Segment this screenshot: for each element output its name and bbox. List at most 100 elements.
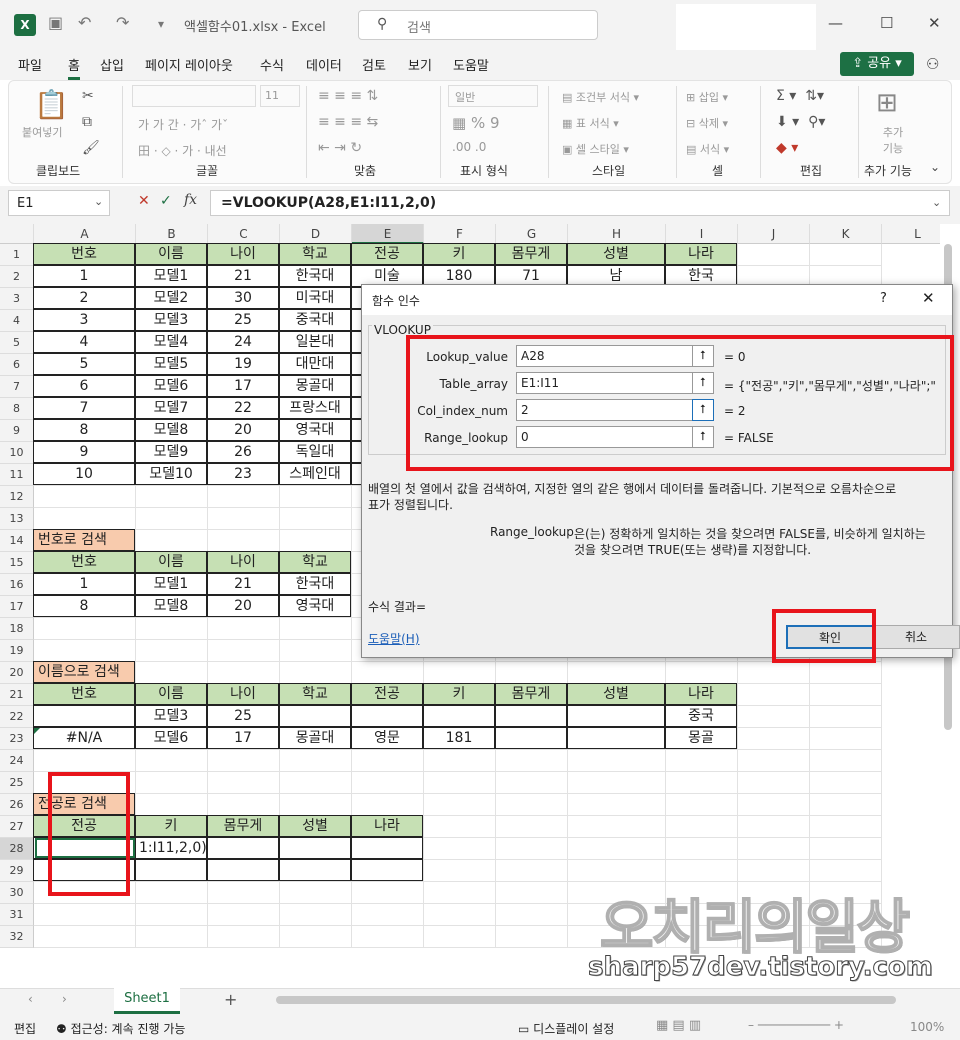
delete-cell-button[interactable]: ⊟ 삭제 ▾ <box>686 115 728 131</box>
cell[interactable] <box>280 486 352 508</box>
data-cell[interactable]: 21 <box>207 573 279 595</box>
cell[interactable] <box>136 662 208 684</box>
data-cell[interactable]: 모델1 <box>135 265 207 287</box>
column-header[interactable]: J <box>738 224 810 244</box>
row-header[interactable]: 12 <box>0 486 34 508</box>
cell[interactable] <box>136 794 208 816</box>
row-header[interactable]: 31 <box>0 904 34 926</box>
paste-icon[interactable]: 📋 <box>34 88 69 121</box>
data-cell[interactable] <box>135 859 207 881</box>
cell[interactable] <box>136 618 208 640</box>
insert-cell-button[interactable]: ⊞ 삽입 ▾ <box>686 89 728 105</box>
data-cell[interactable] <box>351 837 423 859</box>
data-cell[interactable]: 영국대 <box>279 419 351 441</box>
cell[interactable] <box>496 750 568 772</box>
format-painter-icon[interactable]: 🖌 <box>82 140 100 156</box>
data-cell[interactable]: 모델2 <box>135 287 207 309</box>
data-cell[interactable]: 스페인대 <box>279 463 351 485</box>
cell[interactable] <box>280 508 352 530</box>
data-cell[interactable]: 3 <box>33 309 135 331</box>
cell[interactable] <box>136 772 208 794</box>
row-header[interactable]: 30 <box>0 882 34 904</box>
data-cell[interactable]: 키 <box>135 815 207 837</box>
cell[interactable] <box>208 530 280 552</box>
cell[interactable] <box>810 794 882 816</box>
cell[interactable] <box>666 750 738 772</box>
add-sheet-icon[interactable]: + <box>224 990 237 1009</box>
data-cell[interactable]: 전공 <box>351 243 423 265</box>
column-header[interactable]: E <box>352 224 424 244</box>
cell[interactable] <box>208 750 280 772</box>
cell[interactable] <box>496 882 568 904</box>
data-cell[interactable]: 19 <box>207 353 279 375</box>
menu-insert[interactable]: 삽입 <box>100 55 124 74</box>
cell[interactable] <box>738 838 810 860</box>
font-controls-icon[interactable]: 가 가 간 · 가ˆ 가ˇ <box>138 116 228 133</box>
cell[interactable] <box>424 904 496 926</box>
data-cell[interactable]: 한국대 <box>279 573 351 595</box>
cell[interactable] <box>280 662 352 684</box>
dialog-close-icon[interactable]: ✕ <box>922 289 935 307</box>
cell[interactable] <box>208 904 280 926</box>
data-cell[interactable]: 몸무게 <box>207 815 279 837</box>
cell[interactable] <box>34 926 136 948</box>
cell[interactable] <box>738 750 810 772</box>
row-header[interactable]: 28 <box>0 838 34 860</box>
cell[interactable] <box>280 794 352 816</box>
data-cell[interactable]: 8 <box>33 595 135 617</box>
cell[interactable] <box>280 750 352 772</box>
cell[interactable] <box>738 244 810 266</box>
cell[interactable] <box>424 882 496 904</box>
cell[interactable] <box>568 860 666 882</box>
data-cell[interactable]: 21 <box>207 265 279 287</box>
cell[interactable] <box>738 684 810 706</box>
person-icon[interactable]: ⚇ <box>926 55 939 73</box>
cell[interactable] <box>568 662 666 684</box>
cell[interactable] <box>34 508 136 530</box>
data-cell[interactable] <box>423 705 495 727</box>
cell[interactable] <box>136 926 208 948</box>
data-cell[interactable]: 키 <box>423 243 495 265</box>
cell[interactable] <box>136 508 208 530</box>
data-cell[interactable] <box>207 837 279 859</box>
row-header[interactable]: 3 <box>0 288 34 310</box>
data-cell[interactable]: 8 <box>33 419 135 441</box>
horizontal-scrollbar[interactable] <box>276 996 896 1004</box>
name-box-dropdown-icon[interactable]: ⌄ <box>94 195 103 208</box>
zoom-slider[interactable]: – ────────── + <box>748 1018 844 1032</box>
data-cell[interactable]: 20 <box>207 419 279 441</box>
data-cell[interactable]: 모델10 <box>135 463 207 485</box>
data-cell[interactable] <box>279 837 351 859</box>
cell[interactable] <box>666 772 738 794</box>
data-cell[interactable]: 26 <box>207 441 279 463</box>
cell[interactable] <box>34 750 136 772</box>
row-header[interactable]: 23 <box>0 728 34 750</box>
cell[interactable] <box>496 860 568 882</box>
row-header[interactable]: 4 <box>0 310 34 332</box>
cell[interactable] <box>280 882 352 904</box>
minimize-icon[interactable]: — <box>828 14 843 32</box>
prev-sheet-icon[interactable]: ‹ <box>28 992 33 1006</box>
row-header[interactable]: 18 <box>0 618 34 640</box>
cell[interactable] <box>280 640 352 662</box>
menu-view[interactable]: 보기 <box>408 55 432 74</box>
data-cell[interactable]: 성별 <box>279 815 351 837</box>
clear-icon[interactable]: ◆ ▾ <box>776 140 798 156</box>
data-cell[interactable]: 10 <box>33 463 135 485</box>
data-cell[interactable]: 번호 <box>33 683 135 705</box>
cell[interactable] <box>208 640 280 662</box>
data-cell[interactable]: 번호 <box>33 243 135 265</box>
cell[interactable] <box>424 838 496 860</box>
row-header[interactable]: 17 <box>0 596 34 618</box>
maximize-icon[interactable]: ☐ <box>880 14 893 32</box>
data-cell[interactable]: 7 <box>33 397 135 419</box>
display-settings[interactable]: ▭ 디스플레이 설정 <box>518 1020 614 1037</box>
decimal-icon[interactable]: .00 .0 <box>452 140 486 154</box>
formula-input[interactable]: =VLOOKUP(A28,E1:I11,2,0) <box>210 190 950 216</box>
data-cell[interactable]: 17 <box>207 375 279 397</box>
cell[interactable] <box>496 926 568 948</box>
cell[interactable] <box>280 926 352 948</box>
data-cell[interactable]: 몽골 <box>665 727 737 749</box>
zoom-level[interactable]: 100% <box>910 1020 944 1034</box>
quick-access-dropdown-icon[interactable]: ▾ <box>158 17 164 31</box>
